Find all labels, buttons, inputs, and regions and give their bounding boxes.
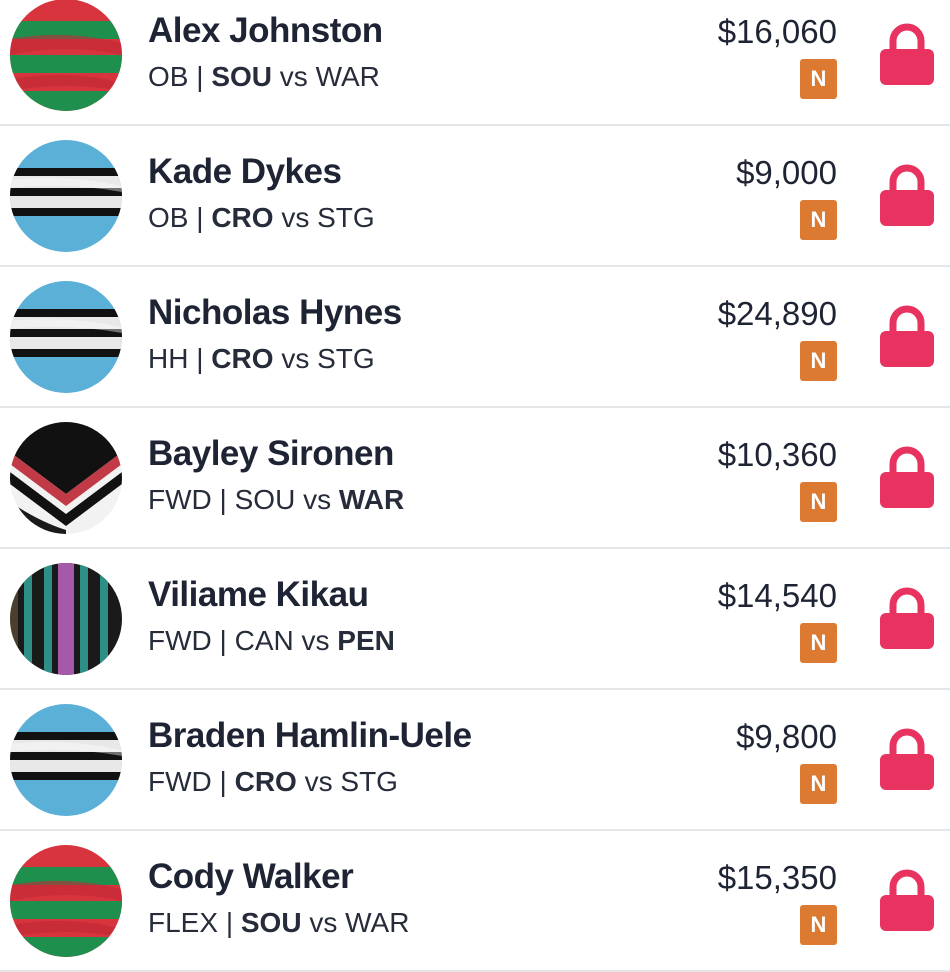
souths-jersey-icon (10, 845, 122, 957)
separator: | (196, 61, 204, 92)
lock-icon[interactable] (880, 21, 934, 85)
player-matchup: HH | CRO vs STG (148, 343, 375, 375)
vs-label: vs (304, 766, 333, 797)
player-name[interactable]: Braden Hamlin-Uele (148, 716, 472, 756)
player-position: FLEX (148, 907, 219, 938)
home-team: CRO (211, 202, 274, 233)
status-badge: N (800, 341, 837, 381)
status-badge: N (800, 905, 837, 945)
cronulla-jersey-icon (10, 281, 122, 393)
player-matchup: OB | SOU vs WAR (148, 61, 380, 93)
away-team: WAR (338, 484, 405, 515)
away-team: PEN (337, 625, 395, 656)
home-team: CAN (234, 625, 294, 656)
player-position: FWD (148, 625, 212, 656)
vs-label: vs (279, 61, 308, 92)
player-position: OB (148, 61, 189, 92)
player-matchup: FWD | CAN vs PEN (148, 625, 395, 657)
player-row[interactable]: Cody Walker FLEX | SOU vs WAR $15,350 N (0, 831, 950, 972)
player-row[interactable]: Viliame Kikau FWD | CAN vs PEN $14,540 N (0, 549, 950, 690)
status-badge: N (800, 623, 837, 663)
player-position: FWD (148, 484, 212, 515)
away-team: WAR (345, 907, 410, 938)
player-row[interactable]: Bayley Sironen FWD | SOU vs WAR $10,360 … (0, 408, 950, 549)
status-badge: N (800, 764, 837, 804)
vs-label: vs (301, 625, 330, 656)
player-matchup: FWD | CRO vs STG (148, 766, 398, 798)
player-price: $9,800 (736, 718, 837, 755)
separator: | (225, 907, 234, 938)
player-price: $15,350 (717, 859, 837, 896)
player-list: Alex Johnston OB | SOU vs WAR $16,060 N (0, 0, 950, 972)
away-team: WAR (315, 61, 380, 92)
status-badge: N (800, 59, 837, 99)
player-matchup: FLEX | SOU vs WAR (148, 907, 409, 939)
panthers-jersey-icon (10, 563, 122, 675)
player-position: HH (148, 343, 189, 374)
lock-icon[interactable] (880, 444, 934, 508)
home-team: CRO (211, 343, 274, 374)
player-name[interactable]: Viliame Kikau (148, 575, 369, 615)
warriors-jersey-icon (10, 422, 122, 534)
lock-icon[interactable] (880, 162, 934, 226)
home-team: SOU (211, 61, 272, 92)
separator: | (219, 766, 227, 797)
player-name[interactable]: Cody Walker (148, 857, 354, 897)
player-price: $10,360 (717, 436, 837, 473)
cronulla-jersey-icon (10, 140, 122, 252)
player-name[interactable]: Nicholas Hynes (148, 293, 402, 333)
lock-icon[interactable] (880, 585, 934, 649)
player-matchup: OB | CRO vs STG (148, 202, 375, 234)
player-matchup: FWD | SOU vs WAR (148, 484, 404, 516)
vs-label: vs (281, 202, 310, 233)
player-price: $16,060 (717, 13, 837, 50)
away-team: STG (317, 202, 375, 233)
separator: | (219, 484, 227, 515)
lock-icon[interactable] (880, 303, 934, 367)
player-name[interactable]: Kade Dykes (148, 152, 342, 192)
home-team: SOU (240, 907, 302, 938)
home-team: CRO (234, 766, 297, 797)
player-price: $9,000 (736, 154, 837, 191)
player-price: $14,540 (717, 577, 837, 614)
player-name[interactable]: Alex Johnston (148, 11, 383, 51)
player-position: FWD (148, 766, 212, 797)
separator: | (196, 343, 204, 374)
home-team: SOU (234, 484, 296, 515)
status-badge: N (800, 482, 837, 522)
lock-icon[interactable] (880, 867, 934, 931)
player-name[interactable]: Bayley Sironen (148, 434, 394, 474)
player-row[interactable]: Alex Johnston OB | SOU vs WAR $16,060 N (0, 0, 950, 126)
vs-label: vs (281, 343, 310, 374)
separator: | (196, 202, 204, 233)
vs-label: vs (303, 484, 332, 515)
lock-icon[interactable] (880, 726, 934, 790)
player-row[interactable]: Braden Hamlin-Uele FWD | CRO vs STG $9,8… (0, 690, 950, 831)
souths-jersey-icon (10, 0, 122, 111)
separator: | (219, 625, 227, 656)
player-position: OB (148, 202, 189, 233)
away-team: STG (340, 766, 398, 797)
player-row[interactable]: Nicholas Hynes HH | CRO vs STG $24,890 N (0, 267, 950, 408)
status-badge: N (800, 200, 837, 240)
cronulla-jersey-icon (10, 704, 122, 816)
player-price: $24,890 (717, 295, 837, 332)
player-row[interactable]: Kade Dykes OB | CRO vs STG $9,000 N (0, 126, 950, 267)
vs-label: vs (309, 907, 338, 938)
away-team: STG (317, 343, 375, 374)
